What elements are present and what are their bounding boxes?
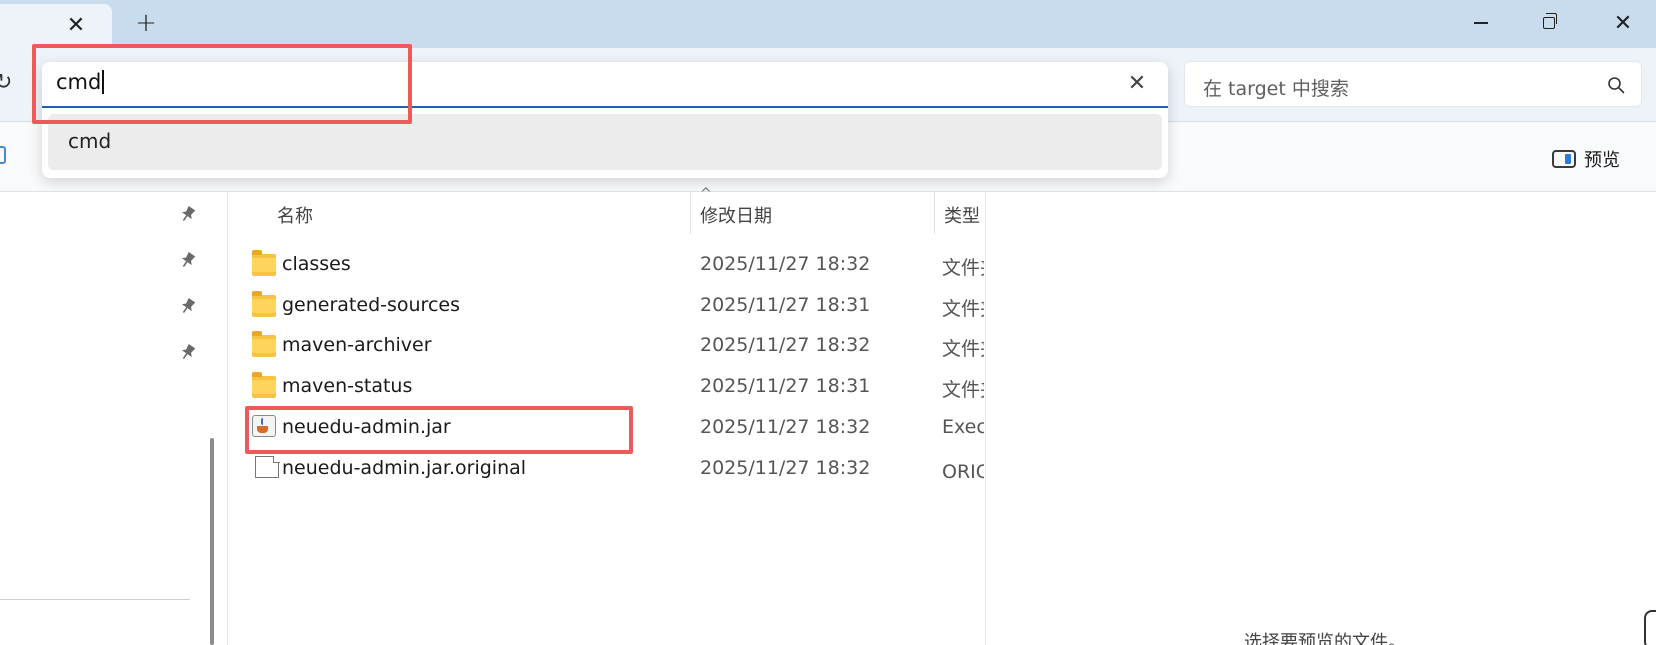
file-list: ^ 名称 修改日期 类型 classes 2025/11/27 18:32 文件… — [228, 186, 984, 645]
file-type: ORIGINAL 文件 — [942, 461, 984, 483]
plus-icon: + — [135, 8, 157, 38]
close-window-button[interactable]: ✕ — [1600, 6, 1646, 40]
refresh-icon[interactable]: ↻ — [0, 70, 12, 95]
column-header-type[interactable]: 类型 — [944, 202, 980, 228]
file-type: 文件夹 — [942, 379, 984, 401]
java-jar-icon — [252, 415, 276, 437]
minimize-button[interactable] — [1458, 6, 1504, 40]
column-separator[interactable] — [690, 192, 691, 234]
nav-divider — [0, 599, 190, 600]
file-date: 2025/11/27 18:32 — [700, 253, 871, 275]
pin-icon[interactable] — [178, 250, 198, 270]
preview-pane: 选择要预览的文件。 — [985, 192, 1656, 645]
file-icon — [255, 455, 280, 478]
file-row[interactable]: maven-archiver 2025/11/27 18:32 文件夹 — [244, 325, 984, 365]
file-type: 文件夹 — [942, 257, 984, 279]
new-tab-button[interactable]: + — [132, 10, 160, 38]
title-bar: ✕ + ✕ — [0, 0, 1656, 48]
file-date: 2025/11/27 18:31 — [700, 375, 871, 397]
file-row[interactable]: neuedu-admin.jar 2025/11/27 18:32 Execut… — [244, 407, 984, 447]
close-icon: ✕ — [1127, 71, 1147, 96]
file-row[interactable]: maven-status 2025/11/27 18:31 文件夹 — [244, 366, 984, 406]
file-type: Executable Jar File — [942, 416, 984, 438]
suggestion-label: cmd — [68, 129, 112, 153]
column-header-name[interactable]: 名称 — [277, 202, 313, 228]
file-name: maven-archiver — [282, 334, 432, 356]
search-input[interactable]: 在 target 中搜索 — [1203, 74, 1349, 101]
file-row[interactable]: generated-sources 2025/11/27 18:31 文件夹 — [244, 285, 984, 325]
preview-pane-icon — [1552, 150, 1576, 168]
file-name: generated-sources — [282, 294, 460, 316]
address-suggestion-item[interactable]: cmd — [48, 114, 1162, 170]
file-row[interactable]: classes 2025/11/27 18:32 文件夹 — [244, 244, 984, 284]
folder-icon — [252, 372, 276, 398]
preview-label: 预览 — [1584, 150, 1620, 171]
address-input-field[interactable]: cmd ✕ — [42, 62, 1168, 108]
address-autocomplete: cmd ✕ cmd — [42, 62, 1168, 178]
folder-icon — [252, 331, 276, 357]
sort-ascending-icon: ^ — [700, 186, 712, 202]
close-icon: ✕ — [1613, 10, 1633, 36]
pin-icon[interactable] — [178, 204, 198, 224]
file-name: classes — [282, 253, 351, 275]
preview-pane-button[interactable]: 预览 — [1552, 146, 1620, 172]
tab-close-button[interactable]: ✕ — [62, 12, 90, 40]
file-date: 2025/11/27 18:32 — [700, 416, 871, 438]
file-name: maven-status — [282, 375, 413, 397]
column-header-date[interactable]: 修改日期 — [700, 202, 772, 228]
nav-scrollbar[interactable] — [210, 438, 214, 645]
preview-hint-text: 选择要预览的文件。 — [1244, 632, 1406, 645]
address-input[interactable]: cmd — [56, 70, 105, 94]
column-separator[interactable] — [934, 192, 935, 234]
search-icon[interactable] — [1607, 76, 1625, 94]
folder-icon — [252, 250, 276, 276]
file-date: 2025/11/27 18:31 — [700, 294, 871, 316]
close-icon: ✕ — [66, 13, 86, 38]
file-name: neuedu-admin.jar.original — [282, 457, 527, 479]
file-date: 2025/11/27 18:32 — [700, 334, 871, 356]
explorer-tab[interactable]: ✕ — [0, 4, 112, 48]
text-caret — [102, 70, 105, 94]
file-type: 文件夹 — [942, 298, 984, 320]
toolbar-icon[interactable] — [0, 146, 6, 164]
search-box[interactable]: 在 target 中搜索 — [1184, 61, 1642, 107]
file-name: neuedu-admin.jar — [282, 416, 451, 438]
file-date: 2025/11/27 18:32 — [700, 457, 871, 479]
pin-icon[interactable] — [178, 342, 198, 362]
file-type: 文件夹 — [942, 338, 984, 360]
restore-icon — [1543, 13, 1557, 29]
pane-resize-handle[interactable] — [1644, 610, 1656, 645]
address-input-text: cmd — [56, 70, 102, 94]
folder-icon — [252, 291, 276, 317]
clear-address-button[interactable]: ✕ — [1124, 71, 1150, 97]
restore-button[interactable] — [1526, 6, 1572, 40]
pin-icon[interactable] — [178, 296, 198, 316]
file-row[interactable]: neuedu-admin.jar.original 2025/11/27 18:… — [244, 448, 984, 488]
navigation-pane — [0, 192, 228, 645]
minimize-icon — [1474, 22, 1488, 24]
